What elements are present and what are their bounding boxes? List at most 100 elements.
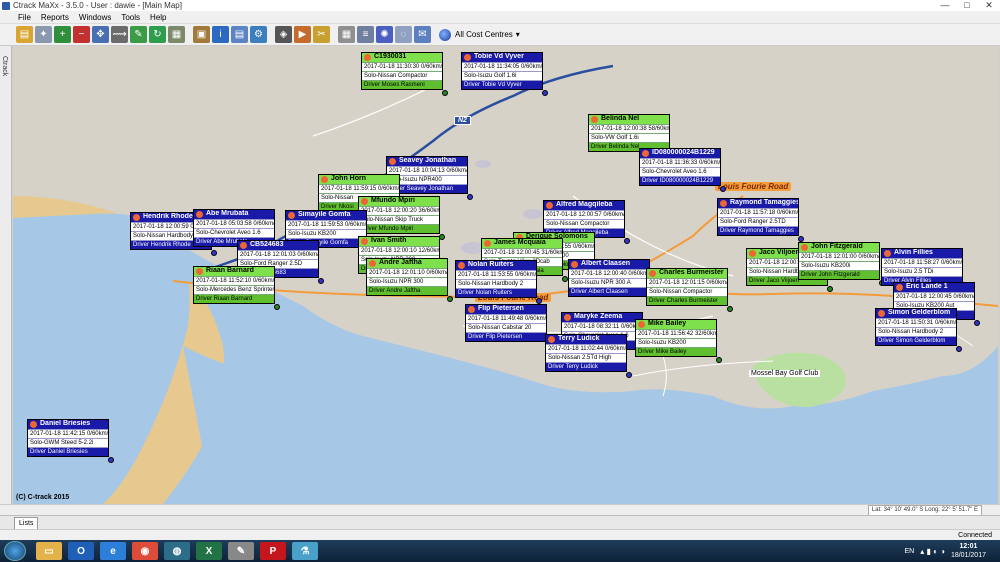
vehicle-label[interactable]: Terry Ludick2017-01-18 11:02:44 0/60km/h… bbox=[545, 334, 632, 378]
vehicle-label[interactable]: John Fitzgerald 2017-01-18 12:01:00 0/60k… bbox=[798, 242, 885, 286]
vehicle-time: 2017-01-18 11:52:10 bbox=[196, 278, 253, 284]
vehicle-label[interactable]: C19300312017-01-18 11:30:30 0/60km/hSolo… bbox=[361, 52, 448, 96]
language-indicator[interactable]: EN bbox=[904, 548, 914, 555]
table-icon[interactable]: ▤ bbox=[231, 26, 248, 43]
geofence-icon[interactable]: ◈ bbox=[275, 26, 292, 43]
vehicle-status-row: 2017-01-18 08:32:11 0/60km/h bbox=[562, 322, 642, 331]
layers-icon[interactable]: ≡ bbox=[357, 26, 374, 43]
vehicle-name: Ivan Smith bbox=[359, 237, 439, 246]
vehicle-pin-icon[interactable] bbox=[108, 457, 114, 463]
ie-icon[interactable]: e bbox=[100, 542, 126, 560]
cost-centre-dropdown[interactable]: All Cost Centres ▾ bbox=[439, 28, 520, 41]
excel-icon[interactable]: X bbox=[196, 542, 222, 560]
vehicle-label[interactable]: Mfundo Mpiri2017-01-18 12:00:20 36/60km/… bbox=[358, 196, 445, 240]
vehicle-pin-icon[interactable] bbox=[974, 320, 980, 326]
vehicle-pin-icon[interactable] bbox=[447, 296, 453, 302]
menu-reports[interactable]: Reports bbox=[41, 13, 69, 22]
vehicle-label[interactable]: Flip Pietersen 2017-01-18 11:49:48 0/60km… bbox=[465, 304, 552, 348]
menu-windows[interactable]: Windows bbox=[79, 13, 111, 22]
vehicle-name: Riaan Barnard bbox=[194, 267, 274, 276]
vehicle-label[interactable]: Andre Jaftha2017-01-18 12:01:10 0/60km/h… bbox=[366, 258, 453, 302]
start-button[interactable] bbox=[4, 541, 26, 561]
maximize-button[interactable]: □ bbox=[956, 0, 978, 11]
paint-icon[interactable]: ✎ bbox=[228, 542, 254, 560]
edit-icon[interactable]: ✎ bbox=[130, 26, 147, 43]
flask-icon[interactable]: ⚗ bbox=[292, 542, 318, 560]
side-tab-label: Ctrack bbox=[1, 56, 8, 77]
explorer-icon[interactable]: ▭ bbox=[36, 542, 62, 560]
tab-lists[interactable]: Lists bbox=[14, 517, 39, 529]
driver-label: Driver bbox=[638, 349, 656, 355]
bottom-tab-bar: Lists bbox=[0, 515, 1000, 529]
vehicle-label[interactable]: Albert Claasen 2017-01-18 12:00:40 0/60km… bbox=[568, 259, 655, 303]
vehicle-pin-icon[interactable] bbox=[536, 298, 542, 304]
close-button[interactable]: ✕ bbox=[978, 0, 1000, 11]
satellite-view-icon[interactable]: ✺ bbox=[376, 26, 393, 43]
tools-icon[interactable]: ✂ bbox=[313, 26, 330, 43]
vehicle-label[interactable]: Mike Bailey2017-01-18 11:56:42 32/60km/h… bbox=[635, 319, 722, 363]
vehicle-pin-icon[interactable] bbox=[716, 357, 722, 363]
vehicle-label[interactable]: Riaan Barnard2017-01-18 11:52:10 0/60km/… bbox=[193, 266, 280, 310]
info-icon[interactable]: i bbox=[212, 26, 229, 43]
vehicle-label[interactable]: Alvin Fillies2017-01-18 11:58:27 0/60km/… bbox=[881, 248, 968, 292]
vehicle-label[interactable]: Nolan Ruiters2017-01-18 11:53:55 0/60km/… bbox=[455, 260, 542, 304]
vehicle-pin-icon[interactable] bbox=[827, 286, 833, 292]
satellite-icon[interactable]: ✦ bbox=[35, 26, 52, 43]
refresh-icon[interactable]: ↻ bbox=[149, 26, 166, 43]
main-map[interactable]: N2 N2 Louis Fourie Road Louis Fourie Roa… bbox=[13, 46, 998, 504]
chat-icon[interactable]: ◌ bbox=[395, 26, 412, 43]
vehicle-speed: 32/60km/h bbox=[694, 331, 716, 337]
pdf-icon[interactable]: P bbox=[260, 542, 286, 560]
vehicle-pin-icon[interactable] bbox=[624, 238, 630, 244]
vehicle-pin-icon[interactable] bbox=[626, 372, 632, 378]
vehicle-label[interactable]: Raymond Tamaggies 2017-01-18 11:57:18 0/6… bbox=[717, 198, 804, 242]
vehicle-pin-icon[interactable] bbox=[542, 90, 548, 96]
vehicle-label[interactable]: Simon Gelderblom 2017-01-18 11:50:31 0/60… bbox=[875, 308, 962, 352]
vehicle-driver-row: Driver Riaan Barnard bbox=[194, 294, 274, 303]
vehicle-pin-icon[interactable] bbox=[727, 306, 733, 312]
menu-file[interactable]: File bbox=[18, 13, 31, 22]
zoom-in-icon[interactable]: + bbox=[54, 26, 71, 43]
driver-name: Nolan Ruiters bbox=[475, 290, 513, 296]
settings-icon[interactable]: ⚙ bbox=[250, 26, 267, 43]
chrome-icon[interactable]: ◉ bbox=[132, 542, 158, 560]
vehicle-label[interactable]: Belinda Nel2017-01-18 12:00:38 58/60km/h… bbox=[588, 114, 675, 158]
vehicle-icon[interactable]: ▶ bbox=[294, 26, 311, 43]
vehicle-pin-icon[interactable] bbox=[956, 346, 962, 352]
vehicle-type: Solo-Ford Ranger 2.5TD bbox=[718, 217, 798, 226]
ctrack-icon[interactable]: ◍ bbox=[164, 542, 190, 560]
vehicle-pin-icon[interactable] bbox=[442, 90, 448, 96]
driver-name: Daniel Briesies bbox=[47, 449, 88, 455]
zoom-out-icon[interactable]: − bbox=[73, 26, 90, 43]
message-icon[interactable]: ✉ bbox=[414, 26, 431, 43]
route-icon[interactable]: ⟿ bbox=[111, 26, 128, 43]
side-panel-tab[interactable]: Ctrack bbox=[0, 46, 12, 514]
clock[interactable]: 12:01 18/01/2017 bbox=[951, 542, 986, 560]
vehicle-pin-icon[interactable] bbox=[211, 250, 217, 256]
driver-name: Simon Gelderblom bbox=[895, 338, 946, 344]
map-icon[interactable]: ▦ bbox=[338, 26, 355, 43]
vehicle-driver-row: Driver Terry Ludick bbox=[546, 362, 626, 371]
pan-icon[interactable]: ✥ bbox=[92, 26, 109, 43]
vehicle-pin-icon[interactable] bbox=[720, 186, 726, 192]
vehicle-label[interactable]: Daniel Briesies 2017-01-18 11:42:15 0/60k… bbox=[27, 419, 114, 463]
vehicle-pin-icon[interactable] bbox=[467, 194, 473, 200]
vehicle-label[interactable]: Charles Burmeister 2017-01-18 12:01:15 0/… bbox=[646, 268, 733, 312]
vehicle-speed: 0/60km/h bbox=[297, 252, 318, 258]
tray-icons[interactable]: ▴ ▮ ◐ ◑ bbox=[920, 547, 945, 556]
vehicle-label[interactable]: Tobie Vd Vyver 2017-01-18 11:34:05 0/60km… bbox=[461, 52, 548, 96]
menu-help[interactable]: Help bbox=[150, 13, 166, 22]
folder-icon[interactable]: ▤ bbox=[16, 26, 33, 43]
vehicle-type: Solo-Nissan Hardbody 2 bbox=[456, 279, 536, 288]
vehicle-time: 2017-01-18 11:59:15 bbox=[321, 186, 378, 192]
truck-icon[interactable]: ▣ bbox=[193, 26, 210, 43]
vehicle-pin-icon[interactable] bbox=[318, 278, 324, 284]
vehicle-pin-icon[interactable] bbox=[274, 304, 280, 310]
vehicle-time: 2017-01-18 12:00:20 bbox=[361, 208, 419, 214]
minimize-button[interactable]: — bbox=[934, 0, 956, 11]
grid-icon[interactable]: ▦ bbox=[168, 26, 185, 43]
outlook-icon[interactable]: O bbox=[68, 542, 94, 560]
driver-name: Jaco Viljoen bbox=[766, 278, 799, 284]
vehicle-label[interactable]: ID080000024B1229 2017-01-18 11:36:33 0/60… bbox=[639, 148, 726, 192]
menu-tools[interactable]: Tools bbox=[121, 13, 140, 22]
